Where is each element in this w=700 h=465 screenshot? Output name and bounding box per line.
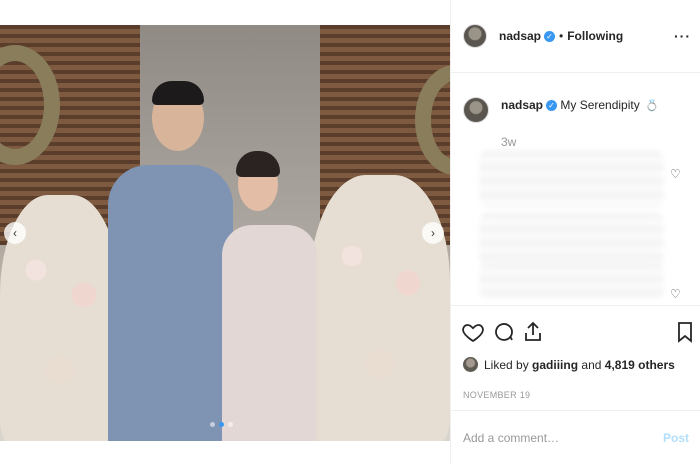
- likes-count[interactable]: 4,819 others: [605, 358, 675, 372]
- verified-badge-icon: ✓: [544, 30, 556, 42]
- post-side-panel: nadsap ✓ • Following ··· nadsap ✓ My Sere…: [450, 0, 700, 465]
- heart-icon[interactable]: [461, 320, 485, 344]
- share-icon[interactable]: [521, 320, 545, 344]
- caption-body: My Serendipity: [560, 98, 640, 112]
- post-header: nadsap ✓ • Following ···: [451, 0, 700, 73]
- caption-text: nadsap ✓ My Serendipity 💍: [501, 97, 659, 114]
- liker-username[interactable]: gadiiing: [532, 358, 578, 372]
- liker-avatar[interactable]: [463, 357, 478, 372]
- caption-author-username[interactable]: nadsap: [501, 98, 543, 112]
- blurred-comment: [479, 262, 664, 300]
- post-date: NOVEMBER 19: [463, 390, 531, 400]
- carousel-dot: [228, 422, 233, 427]
- carousel-dots: [210, 422, 233, 427]
- media-area: ‹ ›: [0, 0, 450, 465]
- likes-summary: Liked by gadiiing and 4,819 others: [463, 357, 675, 372]
- comment-icon[interactable]: [492, 320, 516, 344]
- author-avatar[interactable]: [463, 24, 487, 48]
- caption-author-avatar[interactable]: [463, 97, 489, 123]
- comment-like-heart-icon[interactable]: ♡: [670, 167, 681, 181]
- photo-woman: [222, 225, 317, 441]
- caption-timestamp: 3w: [501, 135, 517, 149]
- post-comment-button[interactable]: Post: [663, 431, 689, 445]
- comment-like-heart-icon[interactable]: ♡: [670, 287, 681, 301]
- carousel-prev-button[interactable]: ‹: [4, 222, 26, 244]
- post-actions: Liked by gadiiing and 4,819 others NOVEM…: [451, 305, 700, 410]
- more-dots-icon[interactable]: ···: [674, 28, 691, 44]
- ring-emoji: 💍: [645, 100, 659, 112]
- comment-input[interactable]: [463, 431, 663, 445]
- photo-man-hair: [152, 81, 204, 105]
- following-button[interactable]: Following: [567, 29, 623, 43]
- carousel-dot: [210, 422, 215, 427]
- carousel-dot-active: [219, 422, 224, 427]
- photo-flowers-right: [310, 175, 450, 441]
- author-username[interactable]: nadsap: [499, 29, 541, 43]
- likes-prefix: Liked by: [484, 357, 529, 372]
- caption: nadsap ✓ My Serendipity 💍: [463, 97, 659, 123]
- blurred-comment: [479, 150, 664, 208]
- post-photo[interactable]: [0, 25, 450, 441]
- photo-man: [108, 165, 233, 441]
- chevron-left-icon: ‹: [13, 226, 17, 240]
- carousel-next-button[interactable]: ›: [422, 222, 444, 244]
- verified-badge-icon: ✓: [546, 100, 558, 112]
- likes-joiner: and: [581, 357, 602, 372]
- chevron-right-icon: ›: [431, 226, 435, 240]
- follow-separator: •: [559, 29, 564, 43]
- comment-bar: Post: [451, 410, 700, 465]
- bookmark-icon[interactable]: [673, 320, 697, 344]
